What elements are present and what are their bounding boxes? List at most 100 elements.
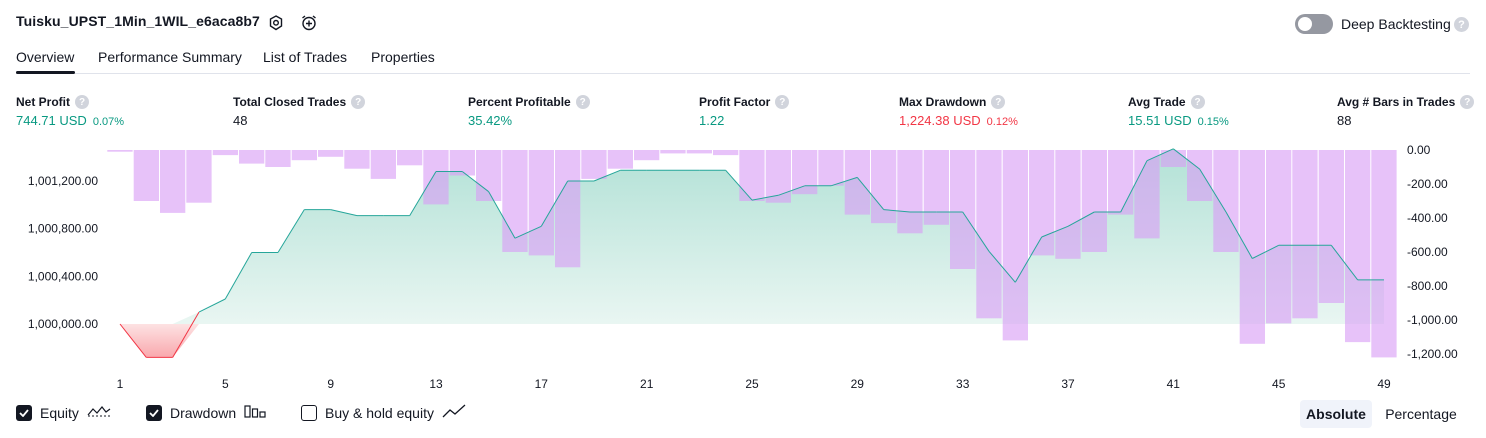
info-icon[interactable]: ? [1460,95,1475,109]
drawdown-bar [423,150,449,205]
info-icon[interactable]: ? [1190,95,1205,109]
x-axis-tick-label: 5 [222,377,229,391]
drawdown-bar [1081,150,1107,252]
left-axis-tick-label: 1,000,000.00 [28,317,98,331]
deep-backtesting-label: Deep Backtesting [1341,16,1451,32]
metric-label-max-drawdown: Max Drawdown? [899,95,1006,109]
legend-drawdown[interactable]: Drawdown [146,403,266,422]
info-icon[interactable]: ? [75,95,89,109]
equity-line-icon [87,403,111,422]
drawdown-bar [686,150,712,154]
x-axis-tick-label: 49 [1377,377,1391,391]
drawdown-bar [1055,150,1081,259]
toggle-knob [1298,17,1312,31]
info-icon[interactable]: ? [351,95,366,109]
drawdown-bar [1345,150,1371,343]
buy-hold-checkbox[interactable] [301,404,317,421]
tab-performance-summary[interactable]: Performance Summary [98,49,242,65]
tab-overview[interactable]: Overview [16,49,74,65]
equity-checkbox[interactable] [16,404,32,421]
deep-backtesting-toggle[interactable] [1295,14,1333,34]
buy-hold-line-icon [442,403,466,422]
right-axis-tick-label: 0.00 [1407,143,1431,157]
right-axis-tick-label: -400.00 [1407,211,1448,225]
metric-value-profit-factor: 1.22 [699,113,725,128]
add-alert-icon[interactable] [298,12,320,34]
right-axis-tick-label: -800.00 [1407,279,1448,293]
drawdown-bar [739,150,765,201]
drawdown-bar [160,150,186,213]
drawdown-bar [212,150,238,156]
metric-label-net-profit: Net Profit? [16,95,89,109]
metric-value-avg-bars: 88 [1337,113,1352,128]
drawdown-bar [344,150,370,169]
tab-properties[interactable]: Properties [371,49,435,65]
drawdown-bar [265,150,291,167]
drawdown-bar [792,150,818,195]
drawdown-bar [318,150,344,157]
x-axis-tick-label: 25 [745,377,759,391]
x-axis-tick-label: 29 [851,377,865,391]
left-axis-tick-label: 1,000,800.00 [28,222,98,236]
active-tab-indicator [16,71,75,74]
drawdown-bar [1318,150,1344,303]
drawdown-bar [1002,150,1028,341]
drawdown-bar [660,150,686,154]
drawdown-bar [1029,150,1055,256]
absolute-button[interactable]: Absolute [1300,400,1372,428]
right-axis-tick-label: -1,200.00 [1407,347,1458,361]
equity-drawdown-chart[interactable]: 1,001,200.00 1,000,800.00 1,000,400.00 1,00… [0,140,1486,395]
drawdown-bar [1108,150,1134,215]
help-icon[interactable]: ? [1454,17,1469,32]
legend-drawdown-label: Drawdown [170,404,237,421]
drawdown-bar [528,150,554,256]
right-axis-tick-label: -200.00 [1407,177,1448,191]
strategy-title: Tuisku_UPST_1Min_1WIL_e6aca8b7 [16,13,260,29]
metric-value-avg-trade: 15.51 USD 0.15% [1128,113,1229,128]
settings-icon[interactable] [265,12,287,34]
drawdown-bar [713,150,739,156]
metric-label-avg-bars: Avg # Bars in Trades? [1337,95,1475,109]
drawdown-bar [291,150,317,161]
x-axis-tick-label: 1 [117,377,124,391]
x-axis-tick-label: 21 [640,377,654,391]
x-axis-tick-label: 17 [535,377,549,391]
drawdown-bar [107,150,133,152]
metric-value-net-profit: 744.71 USD 0.07% [16,113,125,128]
metric-label-percent-profitable: Percent Profitable? [468,95,590,109]
drawdown-bar [186,150,212,203]
metric-label-avg-trade: Avg Trade? [1128,95,1205,109]
drawdown-bar [976,150,1002,319]
metric-label-profit-factor: Profit Factor? [699,95,790,109]
equity-loss-area [120,324,1384,358]
metric-value-total-closed-trades: 48 [233,113,248,128]
legend-buy-hold[interactable]: Buy & hold equity [301,403,466,422]
drawdown-bar [397,150,423,166]
drawdown-bar [1134,150,1160,239]
drawdown-bar [844,150,870,215]
drawdown-bar [502,150,528,252]
metric-value-percent-profitable: 35.42% [468,113,513,128]
drawdown-bar [239,150,265,164]
info-icon[interactable]: ? [991,95,1006,109]
drawdown-bar [950,150,976,269]
drawdown-bar [133,150,159,201]
drawdown-bar [1371,150,1397,358]
drawdown-bar [1239,150,1265,344]
tab-list-of-trades[interactable]: List of Trades [263,49,347,65]
info-icon[interactable]: ? [575,95,590,109]
drawdown-bar [818,150,844,186]
drawdown-bar [1292,150,1318,319]
x-axis-tick-label: 33 [956,377,970,391]
legend-equity[interactable]: Equity [16,403,111,422]
drawdown-bar [555,150,581,268]
right-axis-tick-label: -1,000.00 [1407,313,1458,327]
drawdown-checkbox[interactable] [146,404,162,421]
x-axis-tick-label: 13 [429,377,443,391]
info-icon[interactable]: ? [775,95,790,109]
drawdown-bar [923,150,949,225]
percentage-button[interactable]: Percentage [1378,400,1464,428]
metric-label-total-closed-trades: Total Closed Trades? [233,95,366,109]
x-axis-tick-label: 41 [1167,377,1181,391]
drawdown-bar [476,150,502,201]
